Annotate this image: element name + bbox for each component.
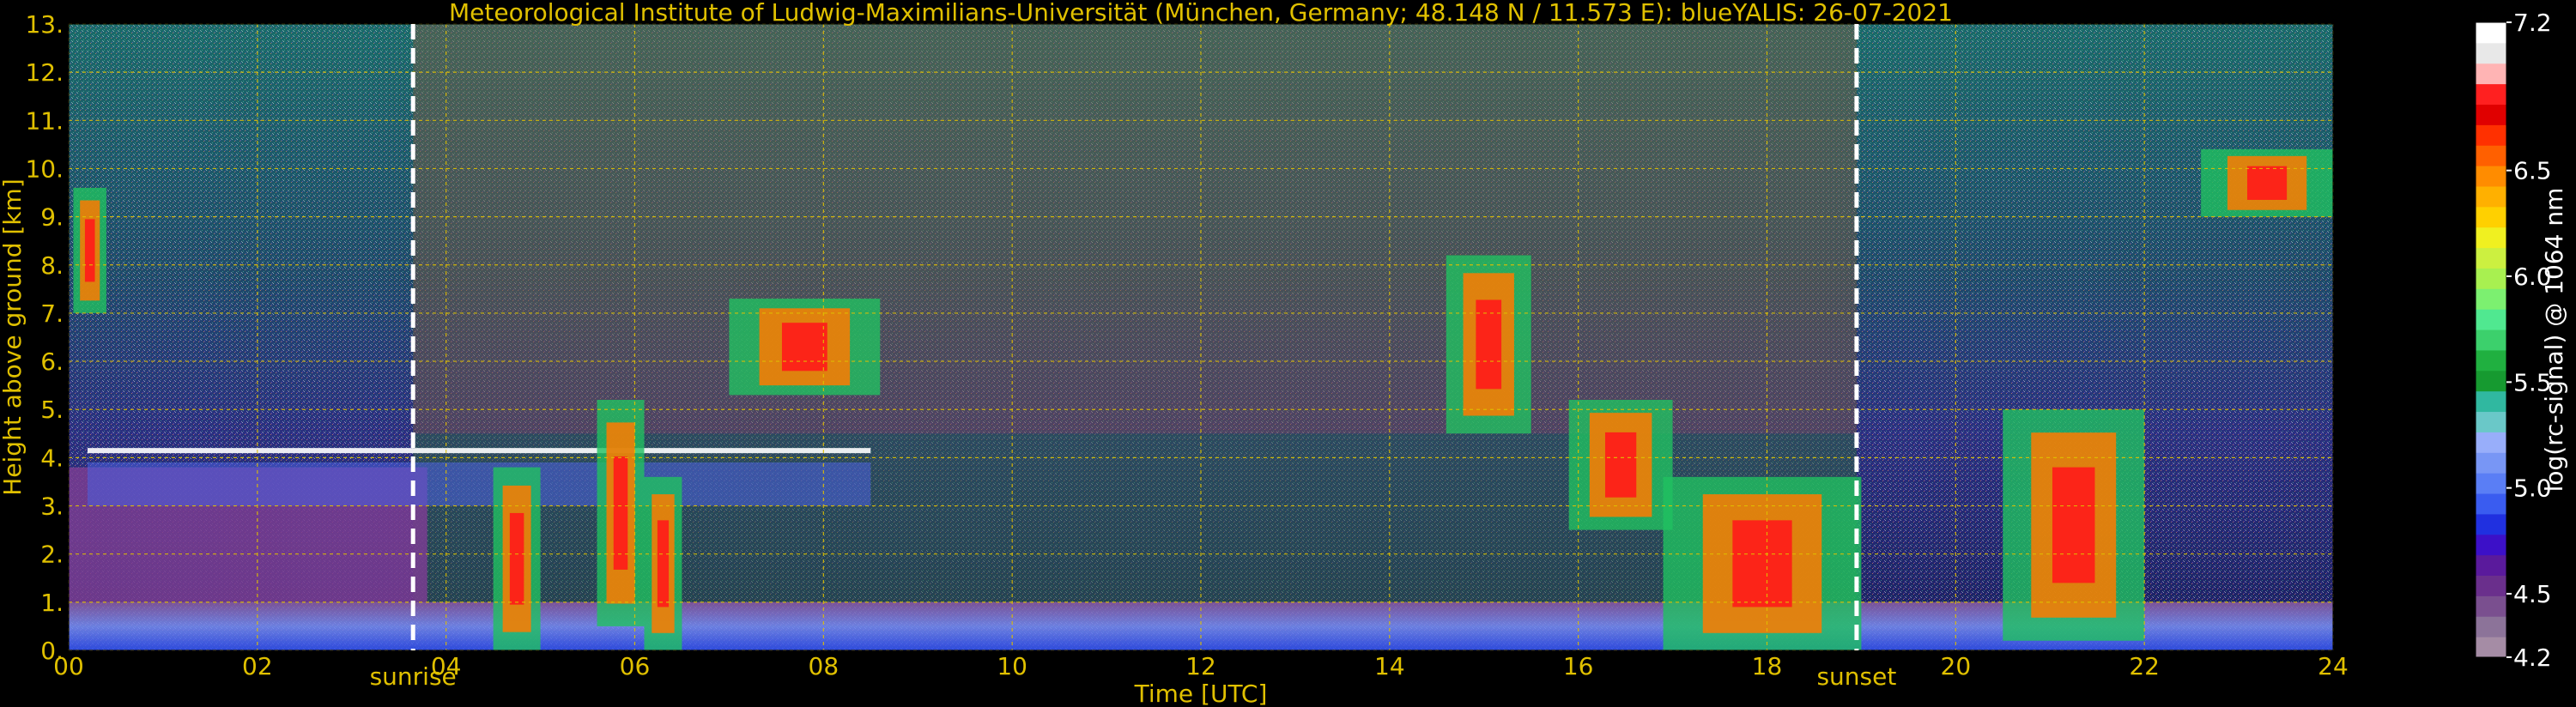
chart-title: Meteorological Institute of Ludwig-Maxim… <box>449 0 1953 27</box>
colorbar-segment <box>2476 432 2506 453</box>
feature-cloud <box>2003 409 2145 641</box>
colorbar-segment <box>2476 637 2506 658</box>
colorbar-segment <box>2476 595 2506 617</box>
y-tick-label: 12. <box>25 58 64 87</box>
colorbar-segment <box>2476 473 2506 494</box>
colorbar-segment <box>2476 227 2506 249</box>
colorbar-tick-label: 4.5 <box>2513 580 2552 608</box>
y-tick-label: 3. <box>40 492 64 521</box>
cloud-core <box>84 219 95 282</box>
x-tick-label: 24 <box>2318 652 2349 680</box>
y-tick-label: 13. <box>25 10 64 39</box>
colorbar-segment <box>2476 411 2506 432</box>
y-tick-label: 2. <box>40 541 64 569</box>
colorbar-segment <box>2476 63 2506 85</box>
colorbar-segment <box>2476 247 2506 269</box>
colorbar-tick-label: 6.5 <box>2513 157 2552 185</box>
colorbar-segment <box>2476 22 2506 44</box>
colorbar-segment <box>2476 104 2506 125</box>
x-tick-label: 08 <box>809 652 839 680</box>
sunset-label: sunset <box>1816 662 1896 691</box>
colorbar-segment <box>2476 370 2506 392</box>
cloud-core <box>781 323 827 372</box>
cloud-core <box>657 520 670 607</box>
plot-area <box>68 23 2334 651</box>
x-tick-label: 16 <box>1563 652 1594 680</box>
y-tick-label: 5. <box>40 396 64 424</box>
colorbar-segment <box>2476 268 2506 289</box>
cloud-core <box>509 512 524 605</box>
y-tick-label: 8. <box>40 251 64 280</box>
colorbar-tick-label: 7.2 <box>2513 9 2552 37</box>
y-tick-label: 0. <box>40 637 64 665</box>
feature-elevated-layer-top-body <box>87 462 871 506</box>
colorbar-segment <box>2476 288 2506 310</box>
colorbar-segment <box>2476 83 2506 105</box>
feature-cloud <box>1663 476 1862 650</box>
colorbar-segment <box>2476 124 2506 146</box>
y-tick-label: 1. <box>40 589 64 617</box>
y-tick-label: 9. <box>40 203 64 232</box>
cloud-core <box>1604 432 1637 498</box>
colorbar-segment <box>2476 493 2506 515</box>
colorbar-segment <box>2476 554 2506 577</box>
lidar-chart: 4.24.55.05.56.06.57.2log(rc-signal) @ 10… <box>0 0 2568 707</box>
y-tick-label: 7. <box>40 299 64 328</box>
feature-elevated-layer-top <box>87 448 871 454</box>
colorbar-segment <box>2476 185 2506 208</box>
x-tick-label: 18 <box>1752 652 1783 680</box>
colorbar-segment <box>2476 42 2506 64</box>
y-tick-label: 11. <box>25 106 64 135</box>
x-tick-label: 06 <box>620 652 651 680</box>
colorbar-tick-label: 4.2 <box>2513 644 2552 672</box>
x-tick-label: 10 <box>997 652 1027 680</box>
daytime-noise-region <box>413 24 1857 434</box>
feature-cloud <box>73 187 106 313</box>
y-axis-label: Height above ground [km] <box>0 178 27 496</box>
colorbar-segment <box>2476 575 2506 596</box>
colorbar-segment <box>2476 349 2506 372</box>
x-tick-label: 12 <box>1185 652 1216 680</box>
colorbar-segment <box>2476 329 2506 351</box>
feature-cloud <box>2201 149 2333 217</box>
feature-cloud <box>493 467 541 650</box>
feature-cloud <box>1446 255 1531 434</box>
x-tick-label: 02 <box>242 652 273 680</box>
colorbar: 4.24.55.05.56.06.57.2log(rc-signal) @ 10… <box>2475 9 2568 672</box>
y-tick-label: 6. <box>40 347 64 376</box>
feature-cloud <box>644 476 682 650</box>
x-tick-label: 04 <box>431 652 462 680</box>
feature-cloud <box>1568 400 1673 530</box>
colorbar-label: log(rc-signal) @ 1064 nm <box>2540 188 2568 492</box>
cloud-core <box>2052 467 2095 583</box>
feature-cloud <box>597 400 645 626</box>
colorbar-segment <box>2476 390 2506 413</box>
y-tick-label: 4. <box>40 444 64 472</box>
colorbar-segment <box>2476 534 2506 556</box>
x-axis-label: Time [UTC] <box>1134 680 1268 707</box>
y-tick-label: 10. <box>25 154 64 183</box>
cloud-core <box>613 456 628 570</box>
colorbar-segment <box>2476 452 2506 474</box>
x-tick-label: 22 <box>2129 652 2160 680</box>
colorbar-segment <box>2476 616 2506 638</box>
colorbar-segment <box>2476 309 2506 330</box>
x-tick-label: 20 <box>1941 652 1972 680</box>
x-tick-label: 14 <box>1374 652 1405 680</box>
cloud-core <box>1732 520 1792 607</box>
cloud-core <box>2246 166 2288 200</box>
colorbar-segment <box>2476 166 2506 187</box>
colorbar-segment <box>2476 206 2506 228</box>
colorbar-segment <box>2476 145 2506 166</box>
colorbar-segment <box>2476 513 2506 535</box>
